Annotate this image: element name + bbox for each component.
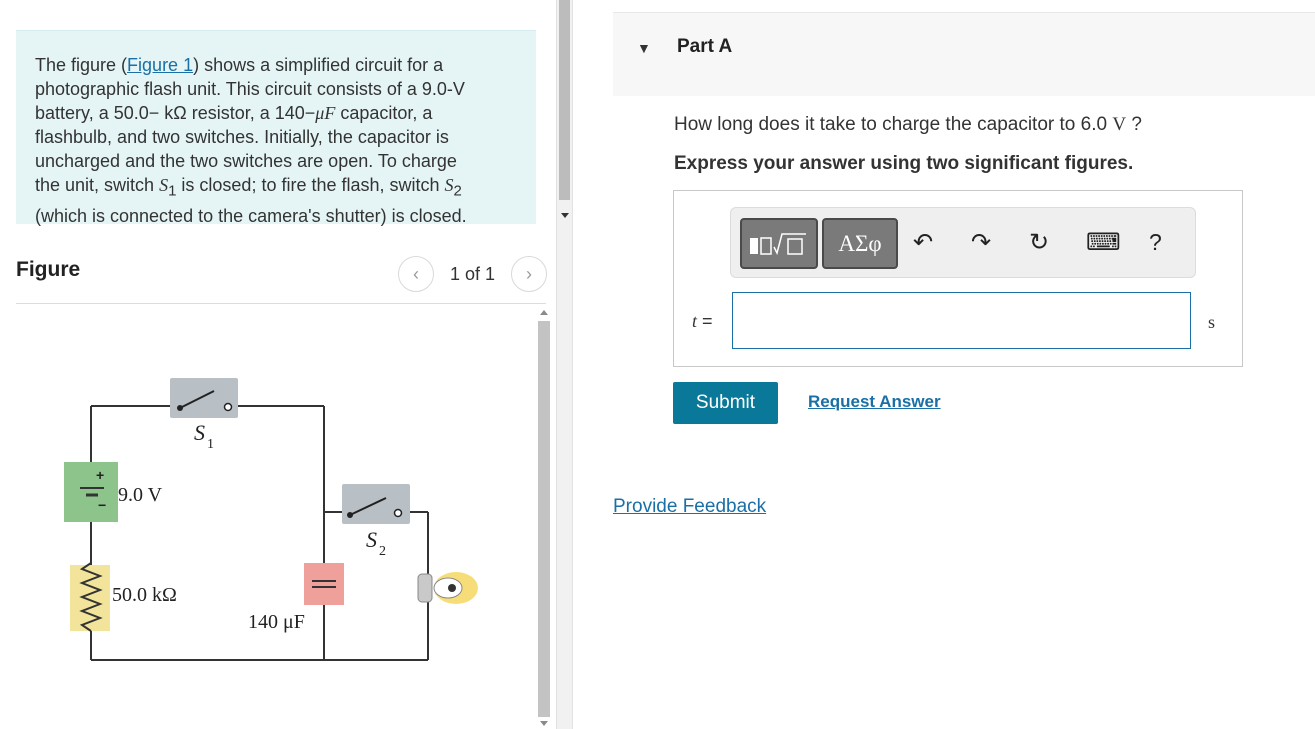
answer-box: ΑΣφ ↶ ↷ ↻ ⌨ ? t = s: [673, 190, 1243, 367]
math-toolbar: ΑΣφ ↶ ↷ ↻ ⌨ ?: [730, 207, 1196, 278]
battery-bg: [64, 462, 118, 522]
scrollbar-thumb[interactable]: [559, 0, 570, 200]
resistor-label: 50.0 kΩ: [112, 584, 177, 606]
switch-s1-subscript: 1: [207, 437, 214, 452]
redo-icon[interactable]: ↷: [971, 230, 991, 256]
figure-title: Figure: [16, 258, 81, 281]
switch-s2-contact: [393, 508, 403, 518]
flashbulb-base: [417, 573, 433, 603]
answer-input[interactable]: [732, 292, 1191, 349]
help-icon[interactable]: ?: [1149, 229, 1162, 255]
flashbulb-filament: [448, 584, 456, 592]
part-header[interactable]: ▼ Part A: [613, 12, 1315, 96]
switch-s1-pivot: [177, 405, 183, 411]
intro-math: S: [444, 175, 454, 195]
question-text-part: ?: [1126, 114, 1142, 135]
switch-s2-pivot: [347, 512, 353, 518]
question-unit: V: [1112, 114, 1127, 135]
intro-text: battery, a 50.0− kΩ resistor, a 140−: [35, 103, 316, 123]
undo-icon[interactable]: ↶: [913, 230, 933, 256]
intro-text: ) shows a simplified circuit for a: [193, 55, 444, 75]
chevron-left-icon[interactable]: ‹: [398, 256, 434, 292]
answer-variable-label: t =: [692, 311, 713, 332]
battery-minus: −: [98, 497, 106, 513]
circuit-figure: S 1 + − 9.0 V 50.0 kΩ 140 μF S 2: [64, 378, 478, 661]
provide-feedback-link[interactable]: Provide Feedback: [613, 496, 766, 518]
scroll-down-icon[interactable]: [561, 213, 569, 218]
chevron-right-icon[interactable]: ›: [511, 256, 548, 292]
templates-icon: [750, 232, 806, 255]
templates-button[interactable]: [740, 218, 818, 269]
answer-pane: ▼ Part A How long does it take to charge…: [573, 0, 1315, 729]
problem-statement: The figure (Figure 1) shows a simplified…: [16, 30, 536, 226]
intro-math: μF: [315, 103, 336, 123]
figure-link[interactable]: Figure 1: [127, 55, 193, 75]
pane-scrollbar[interactable]: [556, 0, 572, 729]
divider: [16, 303, 546, 304]
intro-math: S: [159, 175, 169, 195]
submit-button[interactable]: Submit: [673, 382, 778, 424]
keyboard-icon[interactable]: ⌨: [1086, 230, 1121, 256]
intro-text: flashbulb, and two switches. Initially, …: [35, 127, 449, 147]
intro-text: uncharged and the two switches are open.…: [35, 151, 457, 171]
answer-equals: =: [697, 311, 713, 331]
answer-unit: s: [1208, 312, 1216, 332]
switch-s1-contact: [223, 402, 233, 412]
request-answer-link[interactable]: Request Answer: [808, 392, 941, 412]
scrollbar-thumb[interactable]: [538, 321, 550, 717]
battery-label: 9.0 V: [118, 484, 163, 506]
capacitor-label: 140 μF: [248, 611, 305, 633]
capacitor-bg: [304, 563, 344, 605]
greek-symbols-button[interactable]: ΑΣφ: [822, 218, 898, 269]
intro-text: the unit, switch: [35, 175, 160, 195]
problem-pane: The figure (Figure 1) shows a simplified…: [0, 0, 556, 729]
switch-s2: [342, 484, 410, 524]
figure-scrollbar[interactable]: [536, 307, 552, 729]
intro-text: photographic flash unit. This circuit co…: [35, 79, 465, 99]
switch-s2-subscript: 2: [379, 544, 386, 559]
intro-text: (which is connected to the camera's shut…: [35, 205, 467, 226]
reset-icon[interactable]: ↻: [1029, 230, 1049, 256]
intro-text: capacitor, a: [335, 103, 433, 123]
intro-text: The figure (: [35, 55, 128, 75]
intro-text: is closed; to fire the flash, switch: [176, 175, 445, 195]
scroll-up-icon[interactable]: [540, 310, 548, 315]
pager-count: 1 of 1: [450, 263, 496, 284]
intro-math: 2: [453, 182, 462, 200]
caret-down-icon[interactable]: ▼: [637, 40, 651, 56]
switch-s1: [170, 378, 238, 418]
switch-s1-label: S: [194, 420, 205, 445]
switch-s2-label: S: [366, 527, 377, 552]
figure-pager: ‹ 1 of 1 ›: [398, 256, 548, 292]
part-title: Part A: [677, 36, 733, 57]
question-text: How long does it take to charge the capa…: [674, 114, 1142, 136]
instruction-text: Express your answer using two significan…: [674, 153, 1134, 174]
battery-plus: +: [96, 467, 104, 483]
question-text-part: How long does it take to charge the capa…: [674, 114, 1113, 135]
scroll-down-icon[interactable]: [540, 721, 548, 726]
